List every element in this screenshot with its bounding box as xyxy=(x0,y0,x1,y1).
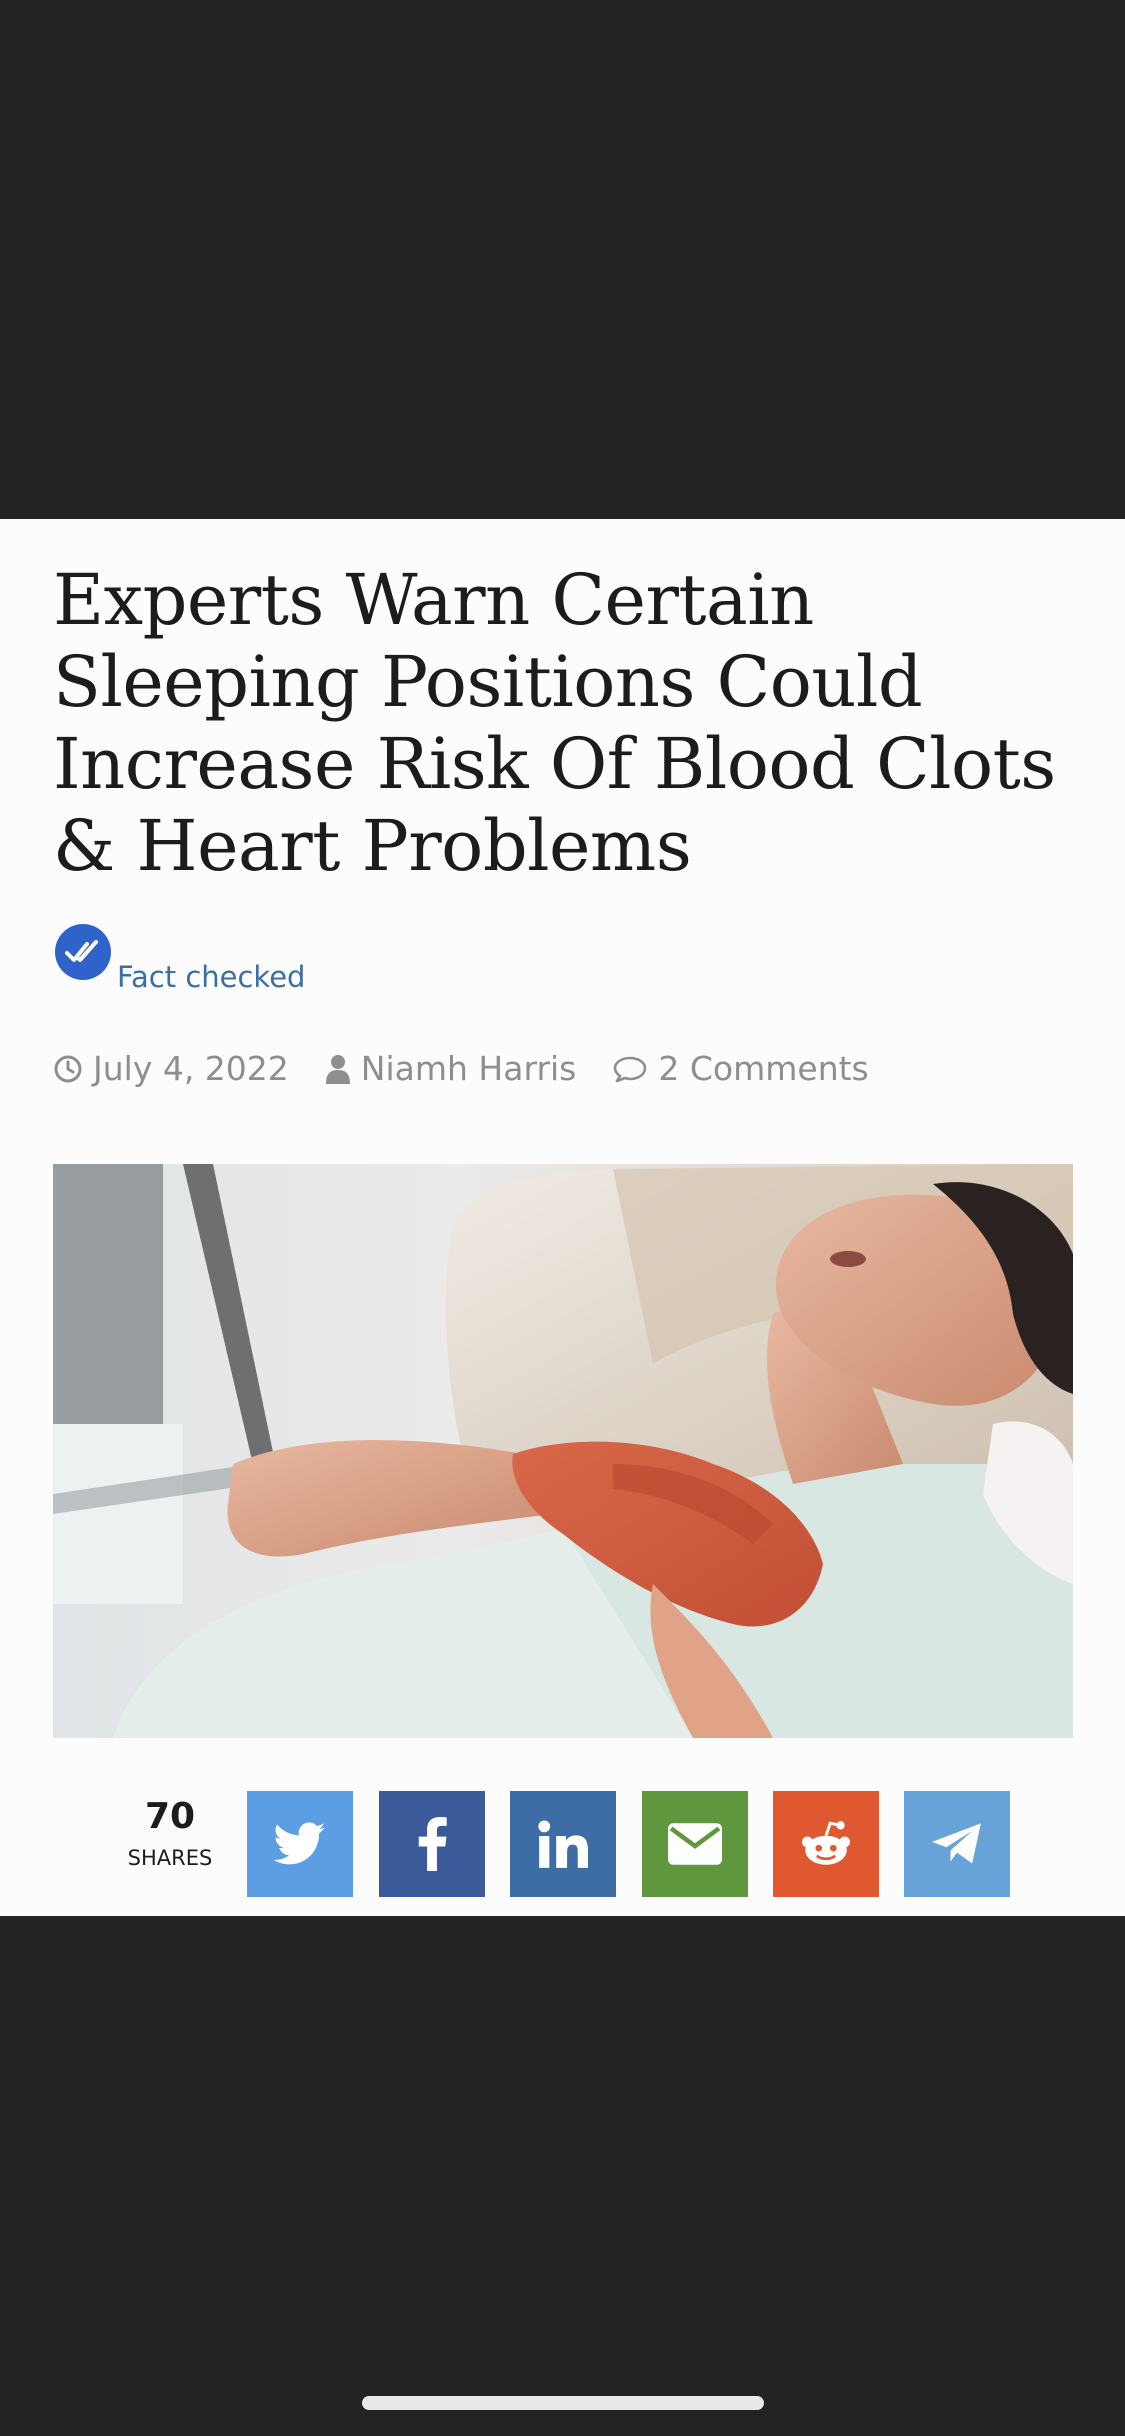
fact-check-badge[interactable]: Fact checked xyxy=(55,924,305,994)
share-count-label: SHARES xyxy=(127,1846,213,1870)
article-date: July 4, 2022 xyxy=(93,1049,289,1088)
comments-meta[interactable]: 2 Comments xyxy=(612,1049,869,1088)
article-title: Experts Warn Certain Sleeping Positions … xyxy=(53,559,1056,887)
linkedin-share-button[interactable] xyxy=(510,1791,616,1897)
date-meta: July 4, 2022 xyxy=(53,1049,289,1088)
user-icon xyxy=(325,1054,350,1084)
reddit-share-button[interactable] xyxy=(773,1791,879,1897)
double-check-icon xyxy=(55,924,111,980)
article-author[interactable]: Niamh Harris xyxy=(361,1049,577,1088)
comments-link[interactable]: 2 Comments xyxy=(658,1049,868,1088)
facebook-icon xyxy=(418,1817,447,1871)
share-bar: 70 SHARES xyxy=(0,1791,1125,1897)
share-count-number: 70 xyxy=(144,1796,196,1837)
telegram-icon xyxy=(932,1823,981,1864)
clock-icon xyxy=(54,1055,82,1082)
facebook-share-button[interactable] xyxy=(379,1791,485,1897)
linkedin-icon xyxy=(538,1820,588,1868)
article-card: Experts Warn Certain Sleeping Positions … xyxy=(0,519,1125,1916)
article-hero-image xyxy=(53,1164,1073,1738)
share-count: 70 SHARES xyxy=(110,1795,230,1873)
twitter-icon xyxy=(274,1822,326,1865)
twitter-share-button[interactable] xyxy=(247,1791,353,1897)
comment-icon xyxy=(614,1056,647,1082)
fact-checked-label[interactable]: Fact checked xyxy=(117,960,305,994)
author-meta[interactable]: Niamh Harris xyxy=(325,1049,577,1088)
home-indicator[interactable] xyxy=(362,2396,764,2410)
telegram-share-button[interactable] xyxy=(904,1791,1010,1897)
email-share-button[interactable] xyxy=(642,1791,748,1897)
email-icon xyxy=(668,1823,722,1865)
reddit-icon xyxy=(801,1821,851,1865)
article-meta: July 4, 2022 Niamh Harris 2 Comments xyxy=(53,1049,905,1088)
